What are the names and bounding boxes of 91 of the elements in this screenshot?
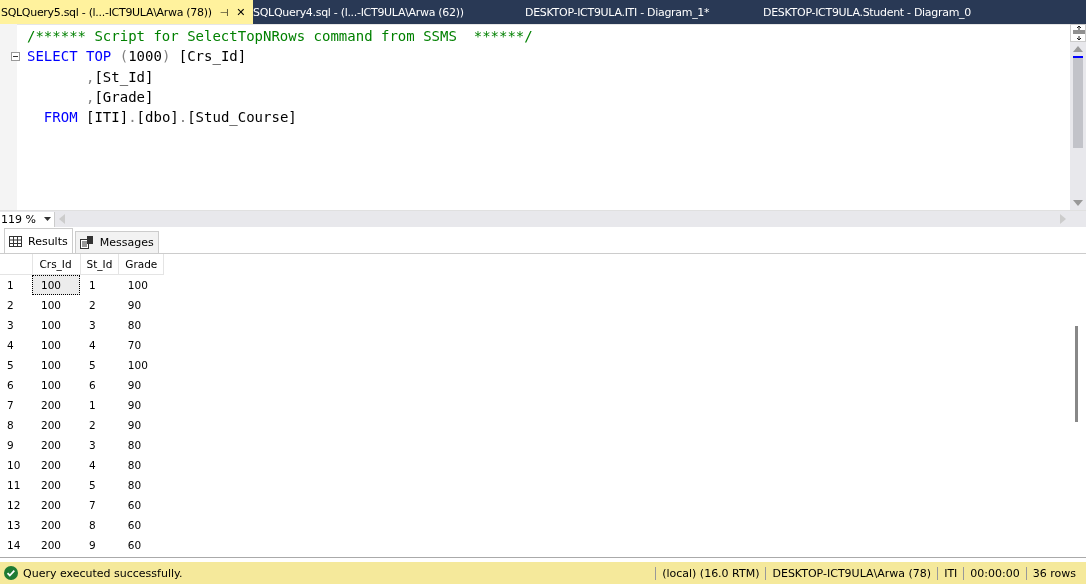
table-cell-text: 9	[88, 538, 97, 553]
table-cell-text: 100	[126, 358, 149, 373]
table-cell-text: 100	[40, 378, 63, 393]
row-number: 8	[6, 418, 15, 433]
code-line: ,[Grade]	[85, 89, 154, 106]
success-icon	[4, 566, 18, 580]
status-field: DESKTOP-ICT9ULA\Arwa (78)	[765, 566, 938, 580]
table-cell-text: 3	[88, 318, 97, 333]
table-cell-text: 100	[40, 318, 63, 333]
table-cell-text: 90	[126, 398, 143, 413]
table-cell-text: 1	[88, 398, 97, 413]
table-cell-text: 80	[126, 458, 143, 473]
row-number: 12	[6, 498, 22, 513]
column-header: Grade	[118, 254, 164, 275]
table-cell-text: 200	[40, 478, 63, 493]
scroll-down-icon[interactable]	[1073, 200, 1083, 206]
table-cell-text: 70	[126, 338, 143, 353]
column-header: Crs_Id	[32, 254, 80, 275]
table-cell-text: 60	[126, 518, 143, 533]
row-number: 7	[6, 398, 15, 413]
table-cell-text: 100	[40, 338, 63, 353]
row-number: 1	[0, 274, 32, 295]
results-tab[interactable]: Messages	[74, 231, 159, 253]
row-number: 14	[6, 538, 22, 553]
table-cell-text: 4	[88, 458, 97, 473]
table-cell-text: 200	[40, 538, 63, 553]
table-cell-text: 80	[126, 438, 143, 453]
table-cell-text: 90	[126, 418, 143, 433]
status-field: (local) (16.0 RTM)	[655, 566, 766, 580]
status-field: ITI	[937, 566, 964, 580]
table-cell-text: 200	[40, 498, 63, 513]
collapse-icon[interactable]	[10, 51, 20, 61]
column-header: St_Id	[80, 254, 119, 275]
pin-icon[interactable]: ⊣	[219, 6, 229, 18]
scrollbar-thumb[interactable]	[1073, 56, 1083, 148]
table-cell-text: 2	[88, 418, 97, 433]
status-message: Query executed successfully.	[23, 566, 183, 580]
close-icon[interactable]: ✕	[236, 5, 246, 19]
table-cell-text: 6	[88, 378, 97, 393]
code-line: /****** Script for SelectTopNRows command from SSMS ******/	[27, 28, 533, 45]
table-cell-text: 5	[88, 358, 97, 373]
table-cell: 100	[32, 274, 80, 295]
table-cell-text: 60	[126, 498, 143, 513]
status-field: 00:00:00	[963, 566, 1026, 580]
table-cell-text: 7	[88, 498, 97, 513]
table-cell-text: 80	[126, 318, 143, 333]
table-cell-text: 4	[88, 338, 97, 353]
scroll-right-icon[interactable]	[1060, 214, 1066, 224]
table-cell-text: 200	[40, 438, 63, 453]
row-number: 4	[6, 338, 15, 353]
table-cell: 100	[32, 295, 80, 315]
row-number: 6	[6, 378, 15, 393]
row-number: 5	[6, 358, 15, 373]
table-cell-text: 8	[88, 518, 97, 533]
table-cell-text: 200	[40, 418, 63, 433]
row-number: 10	[6, 458, 22, 473]
split-icon[interactable]	[1070, 24, 1086, 42]
row-number: 3	[6, 318, 15, 333]
table-cell-text: 200	[40, 518, 63, 533]
code-line: ,[St_Id]	[85, 68, 154, 85]
code-line: SELECT TOP (1000) [Crs_Id]	[27, 48, 247, 65]
document-tab[interactable]: DESKTOP-ICT9ULA.Student - Diagram_0	[763, 0, 1022, 24]
table-cell: 100	[118, 274, 164, 295]
table-cell-text: 5	[88, 478, 97, 493]
row-number: 9	[6, 438, 15, 453]
scrollbar-thumb[interactable]	[1075, 326, 1078, 422]
table-cell: 1	[80, 274, 119, 295]
document-tab[interactable]: SQLQuery4.sql - (l...-ICT9ULA\Arwa (62))	[253, 0, 512, 24]
results-tab[interactable]: Results	[4, 228, 73, 253]
table-cell-text: 90	[126, 378, 143, 393]
dropdown-arrow-icon[interactable]	[44, 217, 51, 221]
scroll-left-icon[interactable]	[59, 214, 65, 224]
table-cell-text: 60	[126, 538, 143, 553]
table-cell: 2	[80, 295, 119, 315]
table-cell-text: 200	[40, 458, 63, 473]
table-cell-text: 100	[40, 358, 63, 373]
table-cell-text: 200	[40, 398, 63, 413]
table-cell-text: 80	[126, 478, 143, 493]
messages-icon	[79, 236, 94, 249]
row-number: 13	[6, 518, 22, 533]
scroll-up-icon[interactable]	[1073, 46, 1083, 52]
grid-icon	[9, 235, 22, 247]
zoom-dropdown[interactable]: 119 %	[0, 211, 55, 227]
table-cell-text: 3	[88, 438, 97, 453]
row-number: 11	[6, 478, 22, 493]
status-field: 36 rows	[1025, 566, 1082, 580]
table-cell-text: 90	[126, 298, 143, 313]
row-number: 2	[0, 295, 32, 315]
document-tab[interactable]: DESKTOP-ICT9ULA.ITI - Diagram_1*	[511, 0, 764, 24]
document-tab[interactable]: SQLQuery5.sql - (l...-ICT9ULA\Arwa (78)) ⊣ ✕	[0, 0, 254, 24]
code-line: FROM [ITI].[dbo].[Stud_Course]	[42, 109, 297, 126]
